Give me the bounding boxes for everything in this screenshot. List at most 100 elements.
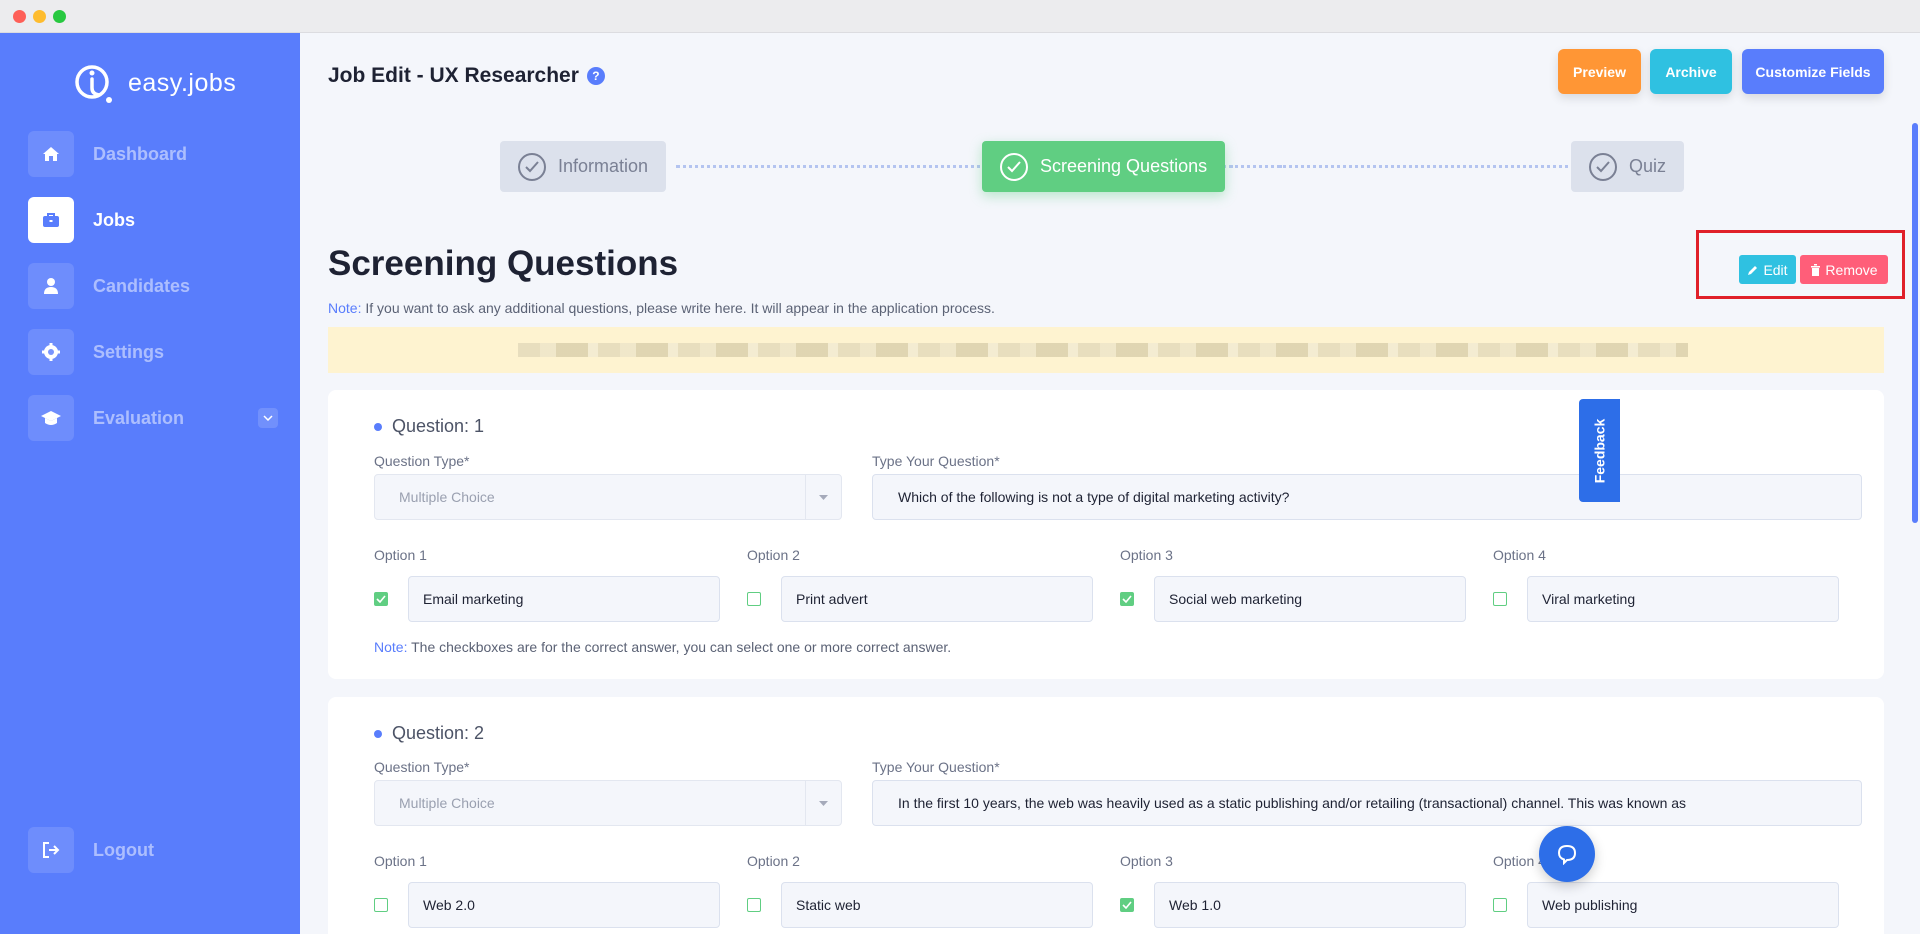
option-2-checkbox[interactable]: [747, 898, 761, 912]
option-4-checkbox[interactable]: [1493, 898, 1507, 912]
option-1-input[interactable]: Web 2.0: [408, 882, 720, 928]
bullet-icon: [374, 729, 382, 738]
step-screening-questions[interactable]: Screening Questions: [982, 141, 1226, 192]
app-window: easy.jobs Dashboard Jobs Candidates Sett…: [0, 0, 1920, 934]
option-3-checkbox[interactable]: [1120, 898, 1134, 912]
maximize-window-button[interactable]: [53, 10, 66, 23]
sidebar-item-label: Jobs: [93, 209, 136, 230]
check-circle-icon: [1000, 152, 1028, 181]
option-label: Option 2: [747, 853, 800, 869]
question-text-input[interactable]: In the first 10 years, the web was heavi…: [872, 780, 1862, 826]
brand-name: easy.jobs: [128, 68, 237, 97]
caret-down-icon: [805, 781, 841, 825]
question-type-select[interactable]: Multiple Choice: [374, 780, 842, 826]
feedback-label: Feedback: [1591, 418, 1608, 483]
option-1-checkbox[interactable]: [374, 592, 388, 606]
minimize-window-button[interactable]: [33, 10, 46, 23]
user-icon: [28, 263, 74, 309]
step-label: Information: [558, 156, 649, 176]
step-information[interactable]: Information: [500, 141, 667, 192]
option-label: Option 2: [747, 547, 800, 563]
sidebar-item-label: Candidates: [93, 275, 191, 296]
question-heading: Question: 1: [374, 416, 484, 437]
gear-icon: [28, 329, 74, 375]
home-icon: [28, 131, 74, 177]
scrollbar[interactable]: [1912, 123, 1918, 523]
option-label: Option 1: [374, 853, 427, 869]
caret-down-icon: [805, 475, 841, 519]
sidebar-item-jobs[interactable]: Jobs: [28, 197, 278, 243]
edit-label: Edit: [1763, 261, 1788, 278]
sidebar-item-label: Logout: [93, 839, 154, 860]
close-window-button[interactable]: [13, 10, 26, 23]
option-4-input[interactable]: Viral marketing: [1527, 576, 1839, 622]
option-1-checkbox[interactable]: [374, 898, 388, 912]
note-label: Note:: [328, 300, 362, 316]
trash-icon: [1811, 263, 1821, 276]
option-label: Option 3: [1120, 547, 1173, 563]
customize-fields-button[interactable]: Customize Fields: [1742, 49, 1884, 94]
step-quiz[interactable]: Quiz: [1571, 141, 1685, 192]
question-heading-text: Question: 2: [392, 723, 485, 743]
question-card: Question: 2 Question Type* Type Your Que…: [328, 697, 1884, 934]
sidebar-item-dashboard[interactable]: Dashboard: [28, 131, 278, 177]
option-2-input[interactable]: Static web: [781, 882, 1093, 928]
page-title-text: Job Edit - UX Researcher: [328, 64, 579, 87]
question-type-value: Multiple Choice: [399, 795, 495, 811]
sidebar-item-evaluation[interactable]: Evaluation: [28, 395, 278, 441]
question-type-select[interactable]: Multiple Choice: [374, 474, 842, 520]
blurred-content: [518, 343, 1688, 357]
step-label: Quiz: [1629, 156, 1667, 176]
option-2-input[interactable]: Print advert: [781, 576, 1093, 622]
sidebar: easy.jobs Dashboard Jobs Candidates Sett…: [0, 33, 300, 934]
chat-button[interactable]: [1539, 826, 1595, 882]
page-title: Job Edit - UX Researcher ?: [328, 64, 605, 88]
option-2-checkbox[interactable]: [747, 592, 761, 606]
bullet-icon: [374, 422, 382, 431]
title-bar: [0, 0, 1920, 33]
sidebar-item-candidates[interactable]: Candidates: [28, 263, 278, 309]
archive-button[interactable]: Archive: [1650, 49, 1732, 94]
question-card: Question: 1 Question Type* Type Your Que…: [328, 390, 1884, 679]
option-4-input[interactable]: Web publishing: [1527, 882, 1839, 928]
question-heading-text: Question: 1: [392, 416, 485, 436]
chat-bubble-icon: [1557, 844, 1577, 865]
option-label: Option 4: [1493, 853, 1546, 869]
sidebar-item-label: Dashboard: [93, 143, 188, 164]
question-heading: Question: 2: [374, 723, 484, 744]
answer-note: Note: The checkboxes are for the correct…: [374, 639, 951, 655]
section-title: Screening Questions: [328, 244, 679, 283]
sidebar-item-settings[interactable]: Settings: [28, 329, 278, 375]
question-text-input[interactable]: Which of the following is not a type of …: [872, 474, 1862, 520]
graduation-cap-icon: [28, 395, 74, 441]
preview-button[interactable]: Preview: [1558, 49, 1641, 94]
question-text-label: Type Your Question*: [872, 759, 1000, 775]
step-label: Screening Questions: [1040, 156, 1208, 176]
edit-button[interactable]: Edit: [1739, 255, 1796, 284]
chevron-down-icon[interactable]: [258, 408, 278, 428]
feedback-tab[interactable]: Feedback: [1579, 399, 1620, 502]
help-icon[interactable]: ?: [586, 67, 605, 85]
option-3-checkbox[interactable]: [1120, 592, 1134, 606]
sidebar-item-label: Settings: [93, 341, 165, 362]
option-3-input[interactable]: Web 1.0: [1154, 882, 1466, 928]
remove-button[interactable]: Remove: [1800, 255, 1888, 284]
logout-icon: [28, 827, 74, 873]
option-3-input[interactable]: Social web marketing: [1154, 576, 1466, 622]
option-4-checkbox[interactable]: [1493, 592, 1507, 606]
check-circle-icon: [1589, 152, 1617, 181]
brand-logo[interactable]: easy.jobs: [72, 60, 236, 106]
question-type-label: Question Type*: [374, 453, 470, 469]
option-label: Option 1: [374, 547, 427, 563]
step-connector: [1230, 165, 1580, 168]
question-text-label: Type Your Question*: [872, 453, 1000, 469]
option-label: Option 4: [1493, 547, 1546, 563]
remove-label: Remove: [1825, 261, 1878, 278]
logo-icon: [75, 65, 112, 103]
sidebar-item-logout[interactable]: Logout: [28, 827, 278, 873]
check-circle-icon: [518, 152, 546, 181]
option-1-input[interactable]: Email marketing: [408, 576, 720, 622]
note-text: The checkboxes are for the correct answe…: [407, 639, 952, 655]
main-content: Job Edit - UX Researcher ? Preview Archi…: [300, 33, 1920, 934]
pencil-icon: [1748, 265, 1758, 275]
